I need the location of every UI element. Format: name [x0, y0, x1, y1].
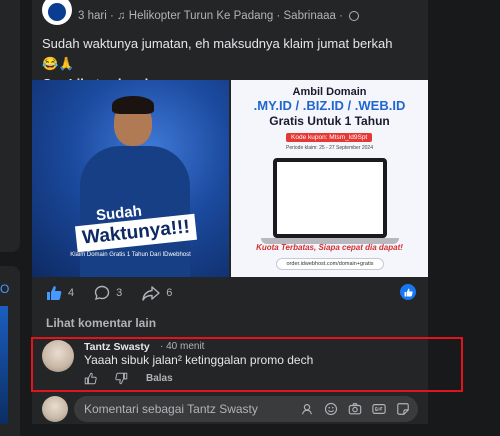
post-meta: 3 hari · ♫ Helikopter Turun Ke Padang · …	[78, 10, 343, 22]
page-avatar[interactable]	[42, 0, 72, 25]
left-column-thumbnail[interactable]	[0, 306, 8, 424]
sticker-icon[interactable]	[396, 402, 410, 416]
reaction-bar: 4 3 6	[46, 284, 416, 302]
comment-icon	[94, 285, 110, 301]
promo-image-right[interactable]: Ambil Domain .MY.ID / .BIZ.ID / .WEB.ID …	[231, 80, 428, 277]
highlight-annotation-box	[31, 337, 463, 392]
thumbs-up-icon	[404, 288, 413, 296]
composer-icons	[300, 402, 410, 416]
reaction-like-badge-icon[interactable]	[400, 284, 416, 300]
left-column-card	[0, 0, 20, 252]
share-count: 6	[166, 287, 173, 299]
emoji-icon[interactable]	[324, 402, 338, 416]
share-action[interactable]: 6	[142, 285, 172, 301]
ad-domains: .MY.ID / .BIZ.ID / .WEB.ID	[253, 98, 406, 113]
like-count: 4	[68, 287, 75, 299]
like-action[interactable]: 4	[46, 285, 74, 301]
gif-icon[interactable]	[372, 402, 386, 416]
like-icon	[47, 286, 62, 300]
view-more-comments-link[interactable]: Lihat komentar lain	[46, 316, 156, 330]
person-hair	[112, 96, 154, 114]
comment-composer	[42, 396, 418, 422]
post-header: 3 hari · ♫ Helikopter Turun Ke Padang · …	[42, 0, 359, 28]
ad-free-label: Gratis Untuk 1 Tahun	[269, 114, 390, 128]
camera-icon[interactable]	[348, 402, 362, 416]
ad-coupon-code: Kode kupon: Mtsm_ld9Spt	[286, 133, 373, 142]
ad-url: order.idwebhost.com/domain+gratis	[276, 258, 384, 270]
share-icon	[142, 286, 160, 301]
avatar-sticker-icon[interactable]	[300, 402, 314, 416]
promo-left-caption: Klaim Domain Gratis 1 Tahun Dari IDwebho…	[70, 252, 191, 258]
post-media[interactable]: Sudah Waktunya!!! Klaim Domain Gratis 1 …	[32, 80, 428, 277]
ad-title: Ambil Domain	[292, 86, 367, 98]
caption-line-1: Sudah waktunya jumatan, eh maksudnya kla…	[42, 36, 393, 71]
ad-limited-quota: Kuota Terbatas, Siapa cepat dia dapat!	[256, 243, 403, 252]
composer-avatar[interactable]	[42, 396, 68, 422]
comment-count: 3	[116, 287, 123, 299]
laptop-screen	[273, 158, 387, 238]
promo-image-left[interactable]: Sudah Waktunya!!! Klaim Domain Gratis 1 …	[32, 80, 229, 277]
comment-action[interactable]: 3	[94, 285, 122, 301]
left-column-link[interactable]: O	[0, 282, 9, 296]
globe-icon	[348, 11, 359, 21]
ad-period: Periode klaim: 25 - 27 September 2024	[286, 145, 373, 151]
